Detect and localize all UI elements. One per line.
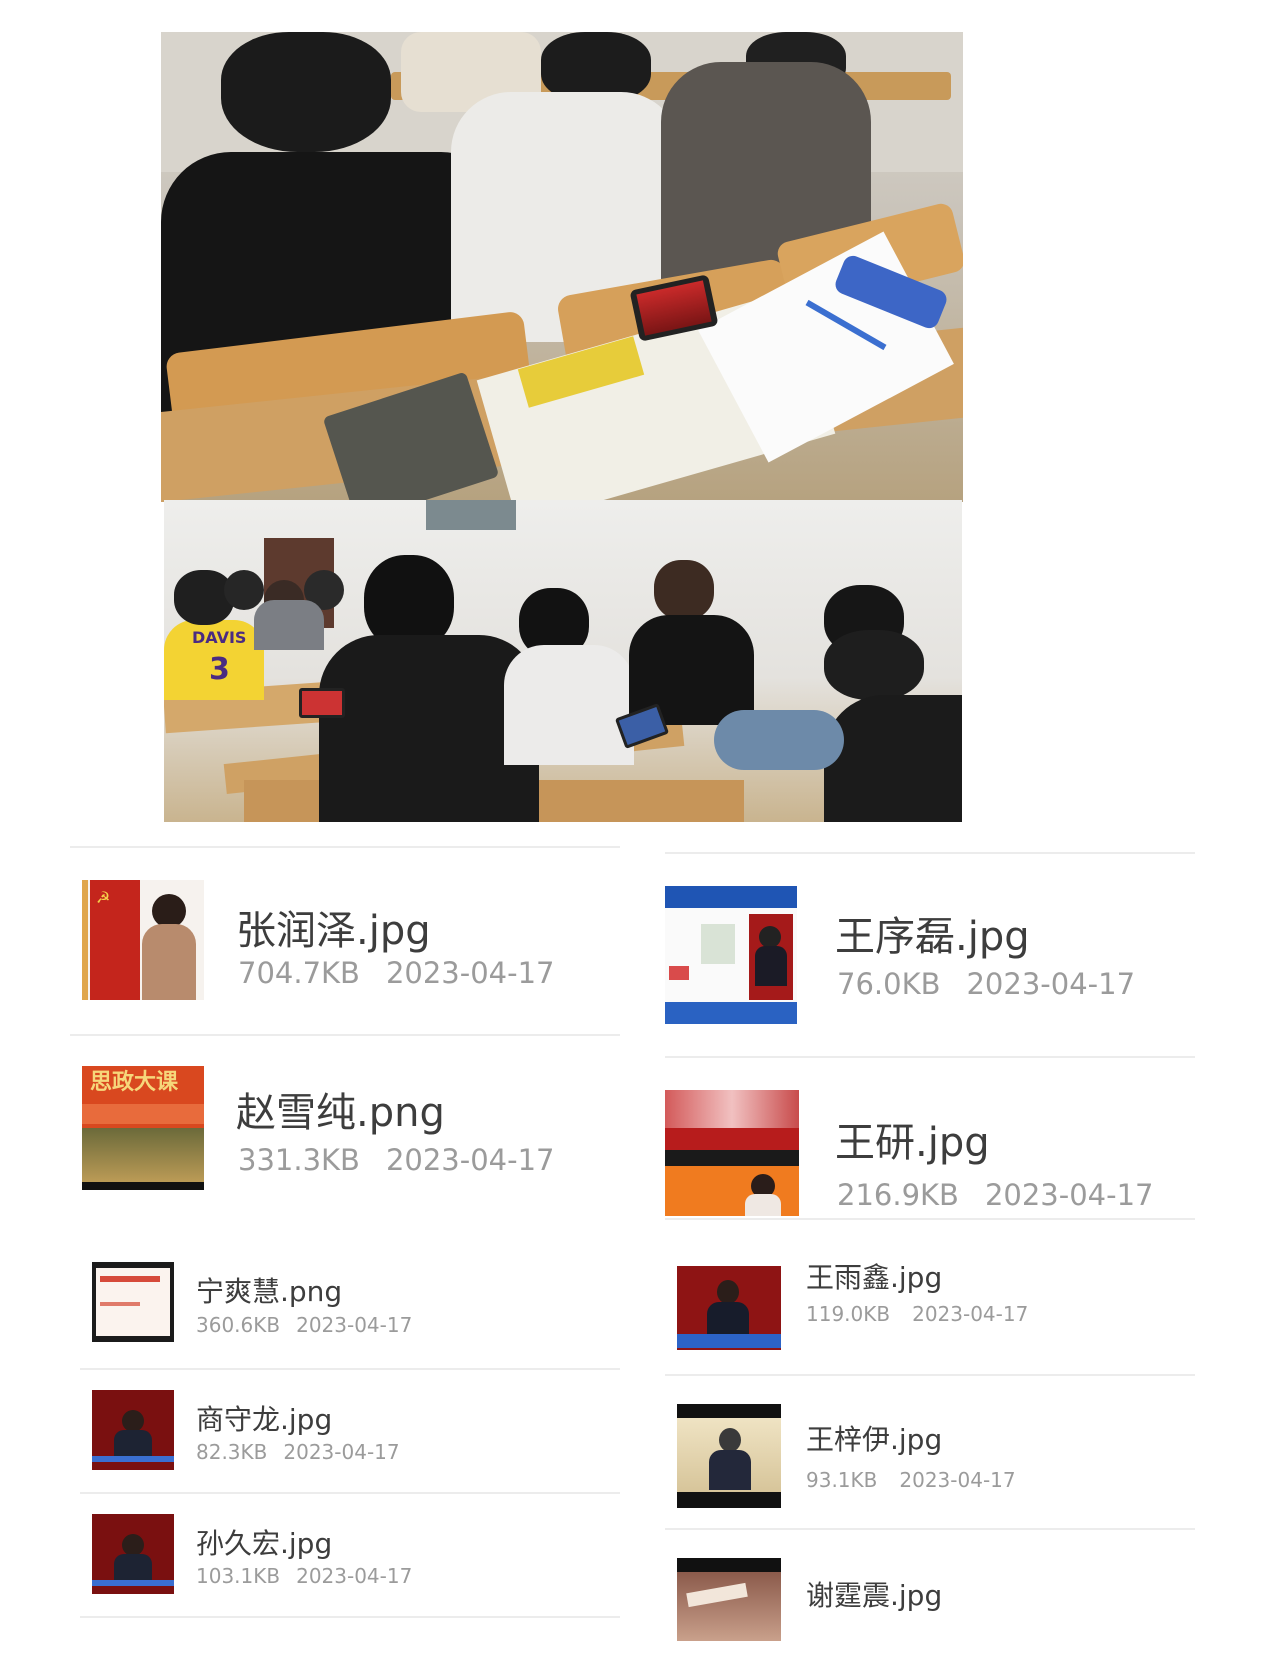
file-date: 2023-04-17 — [385, 956, 555, 990]
list-item[interactable]: 思政大课 赵雪纯.png 331.3KB 2023-04-17 — [70, 1036, 620, 1218]
list-item[interactable]: 宁爽慧.png 360.6KB 2023-04-17 — [80, 1240, 620, 1360]
file-size: 93.1KB — [806, 1468, 878, 1492]
file-name: 王研.jpg — [835, 1120, 990, 1166]
file-size: 216.9KB — [837, 1178, 959, 1212]
file-name: 赵雪纯.png — [236, 1090, 445, 1136]
file-date: 2023-04-17 — [296, 1313, 413, 1337]
file-thumbnail — [665, 886, 797, 1024]
file-thumbnail: 思政大课 — [82, 1066, 204, 1190]
file-date: 2023-04-17 — [385, 1143, 555, 1177]
file-date: 2023-04-17 — [296, 1564, 413, 1588]
classroom-photo-bottom: DAVIS 3 — [164, 500, 962, 822]
file-thumbnail — [92, 1262, 174, 1342]
file-date: 2023-04-17 — [899, 1468, 1016, 1492]
file-thumbnail — [92, 1390, 174, 1470]
list-item[interactable]: 商守龙.jpg 82.3KB 2023-04-17 — [80, 1370, 620, 1490]
list-item[interactable]: ☭ 张润泽.jpg 704.7KB 2023-04-17 — [70, 848, 620, 1033]
phone-screen-left — [299, 688, 345, 718]
file-size: 119.0KB — [806, 1302, 891, 1326]
list-item[interactable]: 谢霆震.jpg — [665, 1530, 1195, 1641]
file-name: 王序磊.jpg — [835, 914, 1030, 960]
file-meta: 103.1KB 2023-04-17 — [196, 1564, 412, 1588]
file-name: 宁爽慧.png — [196, 1275, 343, 1308]
file-size: 704.7KB — [238, 956, 360, 990]
file-meta: 119.0KB 2023-04-17 — [806, 1302, 1028, 1326]
party-emblem-icon: ☭ — [96, 888, 111, 907]
file-thumbnail — [665, 1090, 799, 1216]
file-meta: 216.9KB 2023-04-17 — [837, 1178, 1153, 1212]
file-size: 331.3KB — [238, 1143, 360, 1177]
file-thumbnail — [92, 1514, 174, 1594]
list-item[interactable]: 王研.jpg 216.9KB 2023-04-17 — [665, 1058, 1195, 1216]
file-date: 2023-04-17 — [966, 967, 1136, 1001]
file-meta: 360.6KB 2023-04-17 — [196, 1313, 412, 1337]
list-item[interactable]: 王序磊.jpg 76.0KB 2023-04-17 — [665, 854, 1195, 1054]
classroom-photo-top — [161, 32, 963, 502]
file-thumbnail: ☭ — [82, 880, 204, 1000]
file-meta: 704.7KB 2023-04-17 — [238, 956, 554, 990]
list-item[interactable]: 王梓伊.jpg 93.1KB 2023-04-17 — [665, 1376, 1195, 1526]
file-meta: 76.0KB 2023-04-17 — [837, 967, 1135, 1001]
file-size: 103.1KB — [196, 1564, 281, 1588]
file-meta: 331.3KB 2023-04-17 — [238, 1143, 554, 1177]
file-meta: 82.3KB 2023-04-17 — [196, 1440, 400, 1464]
file-date: 2023-04-17 — [912, 1302, 1029, 1326]
file-name: 张润泽.jpg — [236, 908, 431, 954]
file-date: 2023-04-17 — [283, 1440, 400, 1464]
file-name: 王雨鑫.jpg — [806, 1261, 943, 1294]
file-size: 360.6KB — [196, 1313, 281, 1337]
file-name: 孙久宏.jpg — [196, 1527, 333, 1560]
file-date: 2023-04-17 — [984, 1178, 1154, 1212]
list-item[interactable]: 王雨鑫.jpg 119.0KB 2023-04-17 — [665, 1246, 1195, 1372]
file-meta: 93.1KB 2023-04-17 — [806, 1468, 1016, 1492]
file-name: 商守龙.jpg — [196, 1403, 333, 1436]
thumb-caption: 思政大课 — [90, 1070, 179, 1095]
file-name: 谢霆震.jpg — [806, 1579, 943, 1612]
jersey-number: 3 — [209, 652, 230, 687]
file-size: 76.0KB — [837, 967, 941, 1001]
list-item[interactable]: 孙久宏.jpg 103.1KB 2023-04-17 — [80, 1494, 620, 1614]
file-thumbnail — [677, 1404, 781, 1508]
file-size: 82.3KB — [196, 1440, 268, 1464]
file-thumbnail — [677, 1558, 781, 1641]
file-thumbnail — [677, 1266, 781, 1350]
file-name: 王梓伊.jpg — [806, 1423, 943, 1456]
jersey-text: DAVIS — [192, 628, 247, 647]
